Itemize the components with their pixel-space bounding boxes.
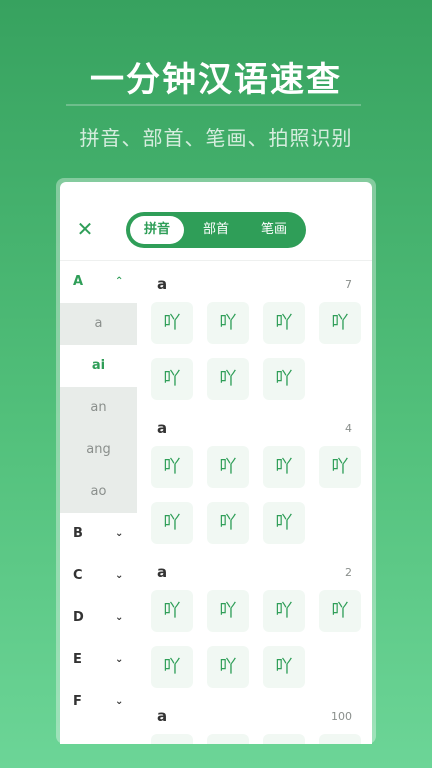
char-cell[interactable]: 吖 — [207, 446, 249, 488]
sub-item-ai[interactable]: ai — [60, 345, 137, 387]
section-title: a — [157, 275, 168, 293]
char-cell[interactable]: 吖 — [151, 302, 193, 344]
chevron-up-icon: ⌃ — [115, 276, 124, 287]
group-a[interactable]: A ⌃ — [60, 261, 137, 303]
character-list: a 7 吖 吖 吖 吖 吖 吖 吖 a 4 吖 吖 吖 吖 吖 吖 吖 a 2 … — [137, 261, 372, 744]
char-cell[interactable]: 吖 — [263, 590, 305, 632]
char-cell[interactable]: 吖 — [319, 590, 361, 632]
section-title: a — [157, 419, 168, 437]
group-letter: D — [73, 610, 84, 625]
group-letter: B — [73, 526, 83, 541]
chevron-down-icon: ⌄ — [115, 612, 124, 623]
char-cell[interactable]: 吖 — [151, 502, 193, 544]
sub-item-ang[interactable]: ang — [60, 429, 137, 471]
section-count: 100 — [331, 710, 352, 723]
tab-radical[interactable]: 部首 — [188, 216, 244, 244]
section-title: a — [157, 707, 168, 725]
group-letter: E — [73, 652, 82, 667]
char-cell[interactable]: 吖 — [263, 646, 305, 688]
tab-strokes[interactable]: 笔画 — [246, 216, 302, 244]
char-cell[interactable]: 吖 — [151, 590, 193, 632]
chevron-down-icon: ⌄ — [115, 528, 124, 539]
group-e[interactable]: E ⌄ — [60, 639, 137, 681]
char-cell[interactable]: 吖 — [319, 446, 361, 488]
hero-title: 一分钟汉语速查 — [90, 60, 342, 100]
pinyin-index-sidebar: A ⌃ a ai an ang ao B ⌄ C ⌄ D ⌄ E ⌄ F ⌄ — [60, 261, 137, 744]
section-count: 4 — [345, 422, 352, 435]
chevron-down-icon: ⌄ — [115, 696, 124, 707]
close-icon[interactable]: ✕ — [74, 218, 96, 240]
char-cell[interactable]: 吖 — [207, 646, 249, 688]
char-cell[interactable]: 吖 — [263, 302, 305, 344]
chevron-down-icon: ⌄ — [115, 654, 124, 665]
app-card: ✕ 拼音 部首 笔画 A ⌃ a ai an ang ao B ⌄ C ⌄ D … — [60, 182, 372, 744]
char-cell[interactable]: 吖 — [151, 358, 193, 400]
tab-pinyin[interactable]: 拼音 — [130, 216, 184, 244]
group-d[interactable]: D ⌄ — [60, 597, 137, 639]
section-count: 2 — [345, 566, 352, 579]
sub-item-a[interactable]: a — [60, 303, 137, 345]
hero-divider — [66, 104, 361, 106]
char-cell[interactable]: 吖 — [207, 590, 249, 632]
char-cell[interactable]: 吖 — [319, 302, 361, 344]
group-c[interactable]: C ⌄ — [60, 555, 137, 597]
char-cell[interactable]: 吖 — [263, 502, 305, 544]
group-letter: F — [73, 694, 82, 709]
char-cell[interactable]: 吖 — [151, 646, 193, 688]
section-count: 7 — [345, 278, 352, 291]
char-cell[interactable]: 吖 — [207, 502, 249, 544]
search-mode-tabs: 拼音 部首 笔画 — [126, 212, 306, 248]
char-cell[interactable]: 吖 — [263, 446, 305, 488]
char-cell[interactable] — [151, 734, 193, 744]
char-cell[interactable]: 吖 — [207, 358, 249, 400]
group-letter: C — [73, 568, 83, 583]
group-letter: A — [73, 274, 84, 289]
sub-item-ao[interactable]: ao — [60, 471, 137, 513]
char-cell[interactable]: 吖 — [207, 302, 249, 344]
char-cell[interactable] — [319, 734, 361, 744]
sub-item-an[interactable]: an — [60, 387, 137, 429]
group-f[interactable]: F ⌄ — [60, 681, 137, 723]
char-cell[interactable]: 吖 — [151, 446, 193, 488]
char-cell[interactable] — [263, 734, 305, 744]
hero-subtitle: 拼音、部首、笔画、拍照识别 — [79, 126, 353, 150]
group-b[interactable]: B ⌄ — [60, 513, 137, 555]
char-cell[interactable] — [207, 734, 249, 744]
section-title: a — [157, 563, 168, 581]
char-cell[interactable]: 吖 — [263, 358, 305, 400]
chevron-down-icon: ⌄ — [115, 570, 124, 581]
